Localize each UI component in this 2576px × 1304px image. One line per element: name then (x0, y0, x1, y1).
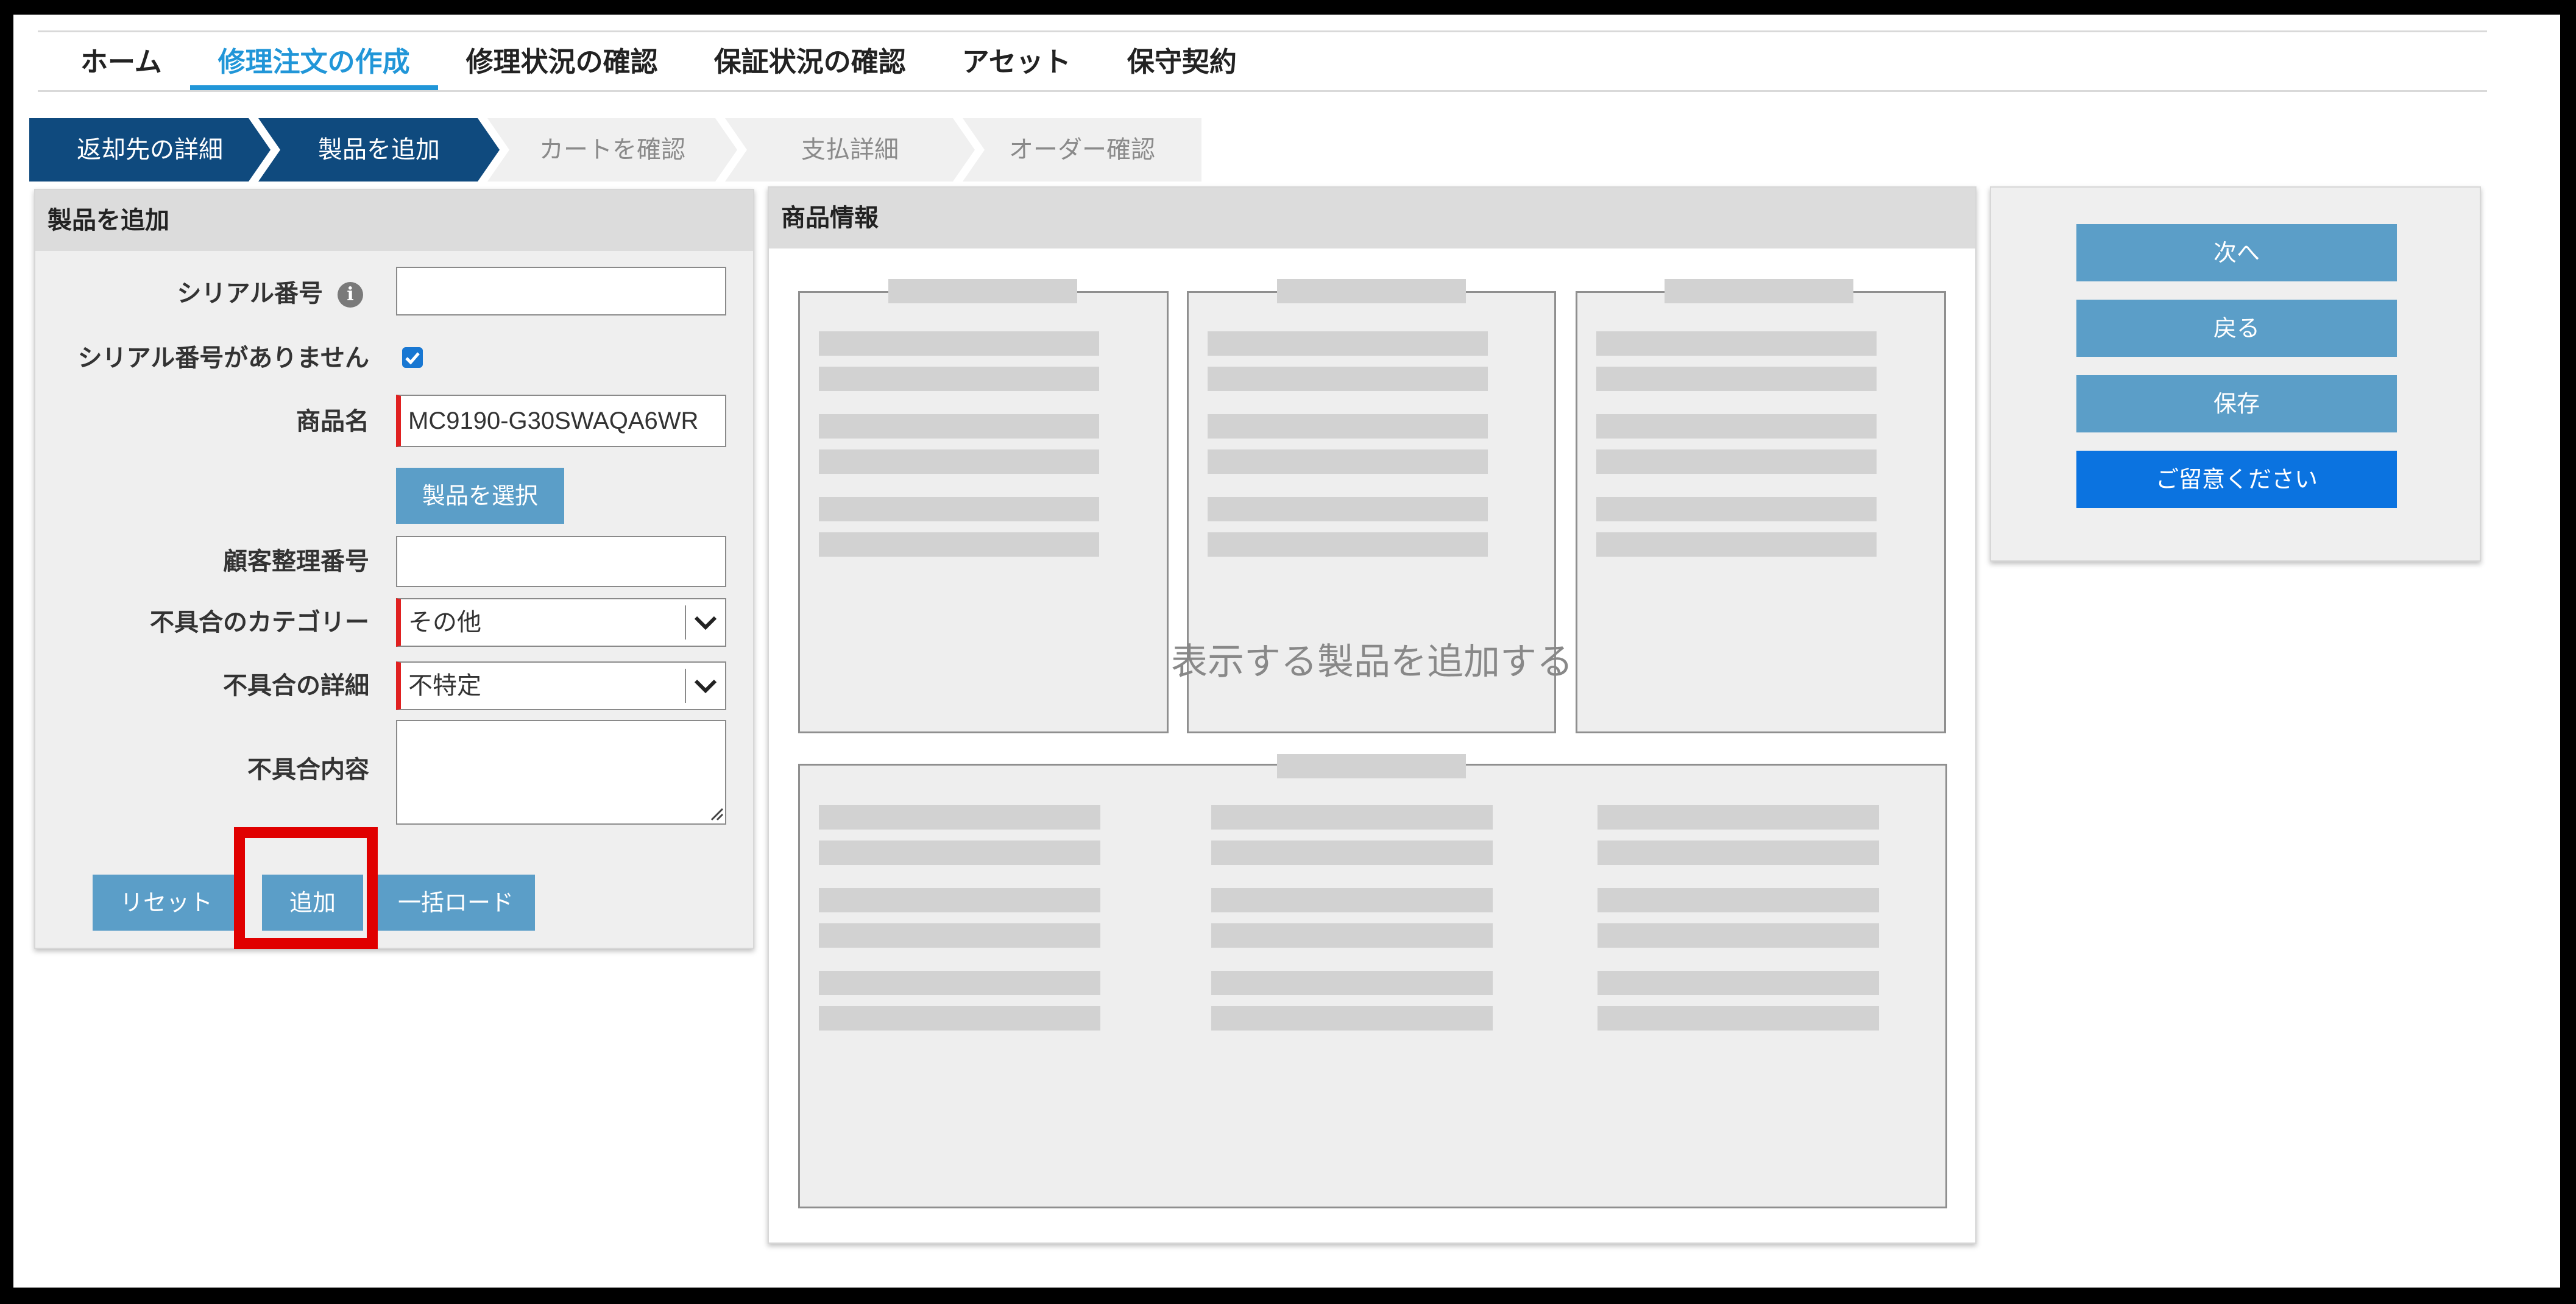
reset-button[interactable]: リセット (93, 875, 240, 931)
serial-number-input[interactable] (396, 267, 726, 315)
placeholder-card-tab (1277, 754, 1466, 778)
skeleton-bar (1596, 331, 1877, 356)
serial-number-label-text: シリアル番号 (177, 280, 324, 308)
skeleton-bar (1211, 1006, 1493, 1031)
page: ホーム 修理注文の作成 修理状況の確認 保証状況の確認 アセット 保守契約 返却… (13, 15, 2560, 1288)
skeleton-bar (819, 923, 1100, 948)
tab-create-repair-order[interactable]: 修理注文の作成 (189, 34, 438, 90)
product-info-title: 商品情報 (769, 188, 1975, 248)
skeleton-bar (1598, 1006, 1879, 1031)
chevron-down-icon[interactable] (685, 605, 725, 640)
tab-home[interactable]: ホーム (38, 34, 190, 90)
no-serial-label: シリアル番号がありません (77, 344, 369, 372)
skeleton-bar (819, 805, 1100, 830)
skeleton-bar (819, 888, 1100, 912)
step-return-details[interactable]: 返却先の詳細 (29, 118, 271, 182)
skeleton-bar (1208, 532, 1488, 557)
tab-warranty-status[interactable]: 保証状況の確認 (686, 34, 934, 90)
product-info-panel: 商品情報 表示する製品を追加する (768, 186, 1976, 1244)
skeleton-bar (1598, 841, 1879, 865)
skeleton-bar (1598, 971, 1879, 995)
placeholder-card-tab (1277, 279, 1466, 303)
placeholder-card-tab (1665, 279, 1853, 303)
nav-divider (38, 90, 2487, 92)
fault-content-label: 不具合内容 (247, 756, 369, 784)
add-product-title: 製品を追加 (35, 190, 753, 251)
product-name-label: 商品名 (296, 407, 369, 435)
fault-content-textarea[interactable] (396, 720, 726, 825)
placeholder-card-tab (888, 279, 1077, 303)
back-button[interactable]: 戻る (2076, 300, 2397, 357)
resize-handle-icon[interactable] (708, 805, 724, 821)
skeleton-bar (1208, 331, 1488, 356)
fault-category-label: 不具合のカテゴリー (150, 608, 369, 636)
chevron-down-icon[interactable] (685, 669, 725, 703)
skeleton-bar (1211, 841, 1493, 865)
skeleton-bar (1598, 923, 1879, 948)
product-name-input[interactable]: MC9190-G30SWAQA6WR (396, 395, 726, 447)
bulk-load-button[interactable]: 一括ロード (377, 875, 535, 931)
fault-category-value: その他 (408, 609, 481, 636)
fault-category-select[interactable]: その他 (396, 598, 726, 647)
step-review-cart: カートを確認 (487, 118, 737, 182)
notice-button[interactable]: ご留意ください (2076, 451, 2397, 508)
skeleton-bar (1596, 497, 1877, 521)
skeleton-bar (1208, 497, 1488, 521)
skeleton-bar (1596, 414, 1877, 439)
fault-detail-label: 不具合の詳細 (223, 672, 369, 700)
tab-repair-status[interactable]: 修理状況の確認 (438, 34, 686, 90)
info-icon[interactable]: i (338, 282, 363, 308)
skeleton-bar (1596, 367, 1877, 391)
checkmark-icon (405, 352, 420, 365)
skeleton-bar (1596, 449, 1877, 474)
step-order-confirm: オーダー確認 (963, 118, 1201, 182)
skeleton-bar (819, 331, 1099, 356)
no-serial-checkbox[interactable] (402, 347, 423, 368)
step-add-product[interactable]: 製品を追加 (258, 118, 500, 182)
save-button[interactable]: 保存 (2076, 375, 2397, 432)
skeleton-bar (1211, 888, 1493, 912)
skeleton-bar (819, 532, 1099, 557)
fault-detail-value: 不特定 (408, 672, 481, 699)
customer-ref-label: 顧客整理番号 (223, 548, 369, 576)
select-product-button[interactable]: 製品を選択 (396, 468, 564, 524)
skeleton-bar (1598, 888, 1879, 912)
tab-assets[interactable]: アセット (934, 34, 1099, 90)
screenshot-frame: ホーム 修理注文の作成 修理状況の確認 保証状況の確認 アセット 保守契約 返却… (0, 0, 2576, 1304)
skeleton-bar (819, 971, 1100, 995)
skeleton-bar (819, 414, 1099, 439)
skeleton-bar (819, 841, 1100, 865)
customer-ref-input[interactable] (396, 536, 726, 587)
skeleton-bar (1208, 449, 1488, 474)
actions-panel: 次へ 戻る 保存 ご留意ください (1990, 186, 2481, 562)
skeleton-bar (819, 367, 1099, 391)
skeleton-bar (1211, 805, 1493, 830)
skeleton-bar (1596, 532, 1877, 557)
skeleton-bar (819, 449, 1099, 474)
next-button[interactable]: 次へ (2076, 224, 2397, 281)
skeleton-bar (1208, 414, 1488, 439)
highlight-box (234, 827, 378, 949)
serial-number-label: シリアル番号 i (177, 275, 363, 312)
step-payment-details: 支払詳細 (725, 118, 975, 182)
fault-detail-select[interactable]: 不特定 (396, 661, 726, 710)
main-nav: ホーム 修理注文の作成 修理状況の確認 保証状況の確認 アセット 保守契約 (38, 34, 1265, 90)
skeleton-bar (1598, 805, 1879, 830)
tab-maintenance-contract[interactable]: 保守契約 (1099, 34, 1265, 90)
skeleton-bar (1208, 367, 1488, 391)
skeleton-bar (1211, 923, 1493, 948)
empty-message: 表示する製品を追加する (1171, 641, 1573, 683)
skeleton-bar (819, 497, 1099, 521)
skeleton-bar (1211, 971, 1493, 995)
top-divider (38, 30, 2487, 32)
skeleton-bar (819, 1006, 1100, 1031)
add-product-panel: 製品を追加 シリアル番号 i シリアル番号がありません 商品名 MC9190-G… (34, 189, 754, 949)
